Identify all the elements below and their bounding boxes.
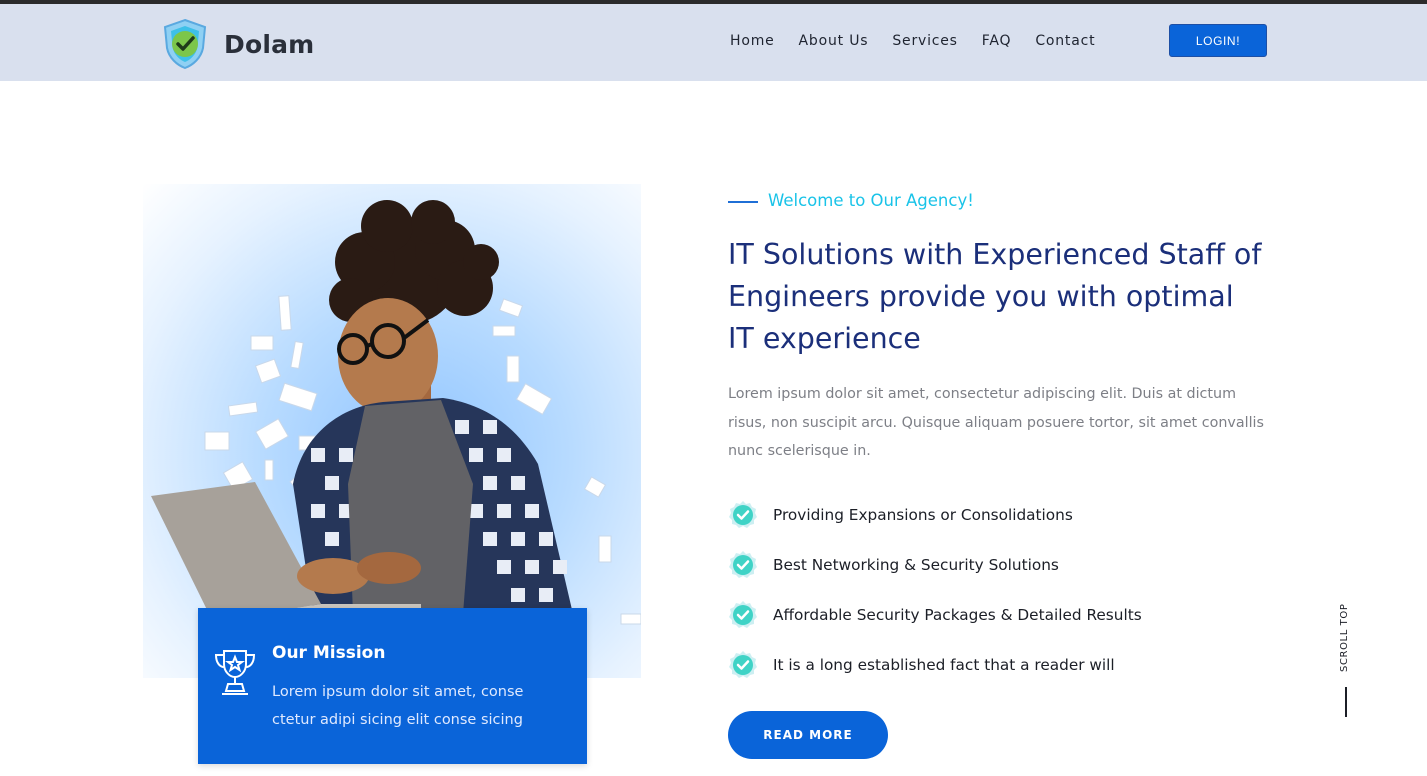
check-badge-icon [728,600,758,630]
hero-headline: IT Solutions with Experienced Staff of E… [728,238,1262,355]
check-badge-icon [728,500,758,530]
hero-description: Lorem ipsum dolor sit amet, consectetur … [728,386,1264,459]
nav-item-faq[interactable]: FAQ [982,33,1012,49]
nav-item-services[interactable]: Services [892,33,957,49]
feature-text: Best Networking & Security Solutions [773,556,1059,574]
shield-check-icon [163,18,207,70]
feature-text: Providing Expansions or Consolidations [773,506,1073,524]
brand-name: Dolam [224,29,315,59]
mission-card: Our Mission Lorem ipsum dolor sit amet, … [198,608,587,764]
feature-text: Affordable Security Packages & Detailed … [773,606,1142,624]
read-more-button[interactable]: READ MORE [728,711,888,759]
scroll-top-line [1345,687,1347,717]
feature-list: Providing Expansions or Consolidations B… [728,490,1142,690]
nav-item-home[interactable]: Home [730,33,775,49]
list-item: Best Networking & Security Solutions [728,540,1142,590]
main-nav: Home About Us Services FAQ Contact [730,33,1119,49]
check-badge-icon [728,550,758,580]
trophy-star-icon [214,650,256,695]
nav-item-contact[interactable]: Contact [1035,33,1095,49]
list-item: Affordable Security Packages & Detailed … [728,590,1142,640]
mission-title: Our Mission [272,643,386,663]
hero-photo [143,184,641,678]
site-header: Dolam Home About Us Services FAQ Contact… [0,4,1427,81]
feature-text: It is a long established fact that a rea… [773,656,1115,674]
eyebrow-text: Welcome to Our Agency! [768,191,974,210]
list-item: Providing Expansions or Consolidations [728,490,1142,540]
nav-item-about-us[interactable]: About Us [799,33,869,49]
scroll-top-label: SCROLL TOP [1339,603,1350,672]
mission-text: Lorem ipsum dolor sit amet, conse ctetur… [272,684,524,728]
check-badge-icon [728,650,758,680]
eyebrow-line [728,201,758,203]
person-with-laptop-photo [151,200,641,678]
login-button[interactable]: LOGIN! [1169,24,1267,57]
brand-logo[interactable]: Dolam [162,18,314,70]
list-item: It is a long established fact that a rea… [728,640,1142,690]
